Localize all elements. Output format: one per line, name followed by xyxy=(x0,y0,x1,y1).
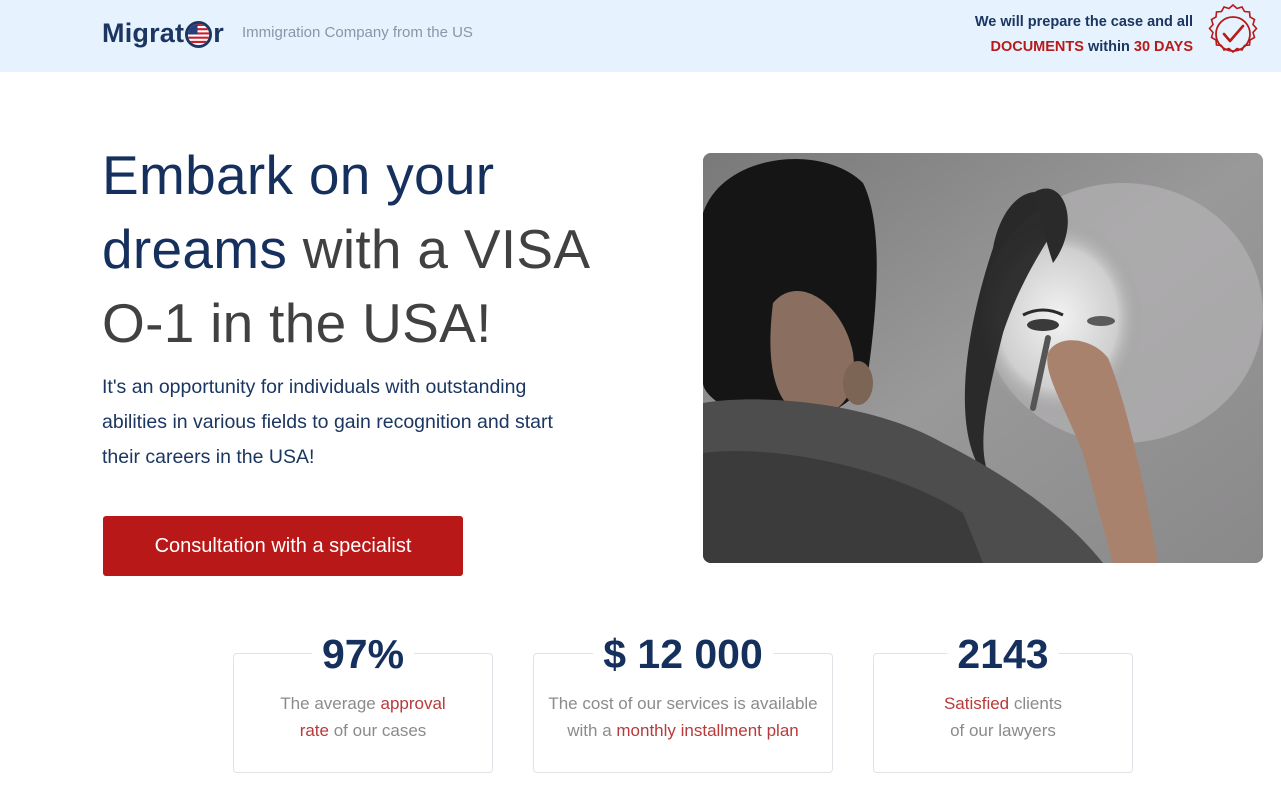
stat-description: The average approval rate of our cases xyxy=(280,694,446,740)
stat-value: $ 12 000 xyxy=(593,632,773,676)
hero-image-artist-drawing xyxy=(703,153,1263,563)
promise-line-1: We will prepare the case and all xyxy=(974,14,1193,30)
hero-headline: Embark on your dreams with a VISA O-1 in… xyxy=(102,144,591,354)
site-header: Migrat r Immigration Company from the US… xyxy=(0,0,1281,72)
stat-satisfied-clients: 2143 Satisfied clients of our lawyers xyxy=(873,632,1133,773)
promise-line-2: DOCUMENTS within 30 DAYS xyxy=(975,35,1193,60)
stat-service-cost: $ 12 000 The cost of our services is ava… xyxy=(533,632,833,773)
logo-wordmark: Migrat r xyxy=(102,17,224,48)
stat-value: 97% xyxy=(311,632,415,676)
stat-description: Satisfied clients of our lawyers xyxy=(943,694,1063,740)
consultation-button[interactable]: Consultation with a specialist xyxy=(103,516,463,576)
artist-drawing-illustration xyxy=(703,153,1263,563)
promise-within: within xyxy=(1087,39,1130,55)
checkmark-seal-icon xyxy=(1208,3,1258,54)
promise-days: 30 DAYS xyxy=(1133,39,1193,55)
stat-value: 2143 xyxy=(947,632,1059,676)
company-tagline: Immigration Company from the US xyxy=(242,24,473,41)
logo[interactable]: Migrat r xyxy=(102,14,224,52)
us-flag-icon xyxy=(185,20,213,48)
delivery-promise: We will prepare the case and all DOCUMEN… xyxy=(975,10,1193,60)
hero-lead-text: It's an opportunity for individuals with… xyxy=(102,376,553,468)
promise-documents: DOCUMENTS xyxy=(990,39,1084,55)
stat-approval-rate: 97% The average approval rate of our cas… xyxy=(233,632,493,773)
stat-description: The cost of our services is available wi… xyxy=(548,694,818,740)
